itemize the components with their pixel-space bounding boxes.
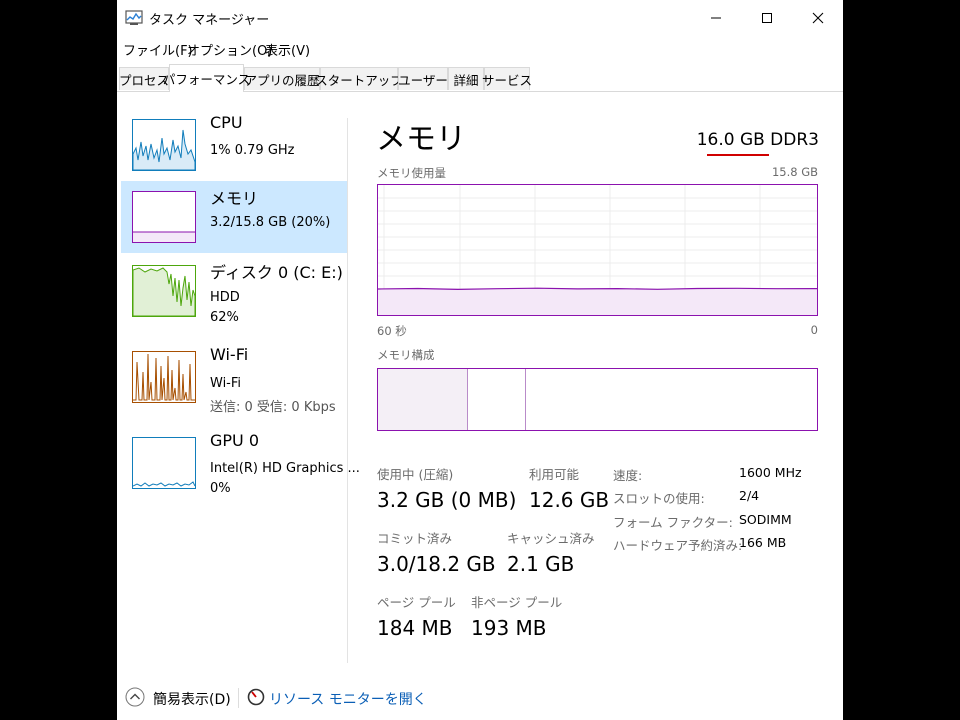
sidebar-item-disk[interactable]: ディスク 0 (C: E:) HDD 62% [121, 255, 347, 327]
disk-mini-graph [132, 265, 196, 317]
memory-usage-area [378, 288, 817, 315]
sidebar-cpu-line1: 1% 0.79 GHz [210, 143, 295, 158]
sidebar-gpu-line1: Intel(R) HD Graphics ... [210, 461, 360, 476]
memory-usage-graph [377, 184, 818, 316]
detail-slots-value: 2/4 [739, 488, 760, 503]
graph-time-left: 60 秒 [377, 324, 407, 338]
open-resource-monitor-link[interactable]: リソース モニターを開く [269, 689, 427, 709]
paged-pool-label: ページ プール [377, 595, 456, 610]
fewer-details-link[interactable]: 簡易表示(D) [153, 689, 231, 709]
sidebar-item-cpu[interactable]: CPU 1% 0.79 GHz [121, 109, 347, 181]
tab-performance[interactable]: パフォーマンス [163, 64, 250, 92]
sidebar-wifi-title: Wi-Fi [210, 345, 249, 364]
available-value: 12.6 GB [529, 488, 610, 512]
sidebar-wifi-line1: Wi-Fi [210, 376, 242, 391]
resource-monitor-icon [247, 688, 265, 706]
in-use-value: 3.2 GB (0 MB) [377, 488, 517, 512]
window-title: タスク マネージャー [149, 13, 270, 28]
memory-composition-label: メモリ構成 [377, 348, 435, 362]
tab-services[interactable]: サービス [482, 67, 532, 90]
sidebar-item-gpu[interactable]: GPU 0 Intel(R) HD Graphics ... 0% [121, 427, 360, 499]
detail-speed-key: 速度: [613, 468, 643, 483]
tab-details[interactable]: 詳細 [448, 67, 484, 90]
close-icon [812, 12, 824, 24]
footer-divider [238, 688, 239, 708]
sidebar-gpu-title: GPU 0 [210, 431, 260, 450]
sidebar-disk-line1: HDD [210, 290, 240, 305]
in-use-label: 使用中 (圧縮) [377, 467, 454, 482]
memory-composition-bar [377, 368, 818, 431]
menu-options[interactable]: オプション(O) [187, 40, 272, 59]
detail-hw-reserved-value: 166 MB [739, 535, 787, 550]
footer-bar: 簡易表示(D) リソース モニターを開く [117, 680, 843, 720]
committed-value: 3.0/18.2 GB [377, 552, 496, 576]
tab-app-history[interactable]: アプリの履歴 [244, 67, 320, 90]
nonpaged-pool-value: 193 MB [471, 616, 547, 640]
sidebar-gpu-line2: 0% [210, 481, 231, 496]
available-label: 利用可能 [529, 467, 580, 482]
tab-startup[interactable]: スタートアップ [315, 67, 403, 90]
resource-sidebar: CPU 1% 0.79 GHz メモリ 3.2/15.8 GB (20%) ディ… [117, 92, 360, 662]
tab-bar: プロセス パフォーマンス アプリの履歴 スタートアップ ユーザー 詳細 サービス [117, 64, 843, 92]
detail-form-factor-value: SODIMM [739, 512, 792, 527]
memory-mini-graph [132, 191, 196, 243]
wifi-mini-graph [132, 351, 196, 403]
memory-detail-panel: メモリ 16.0 GB DDR3 メモリ使用量 15.8 GB 60 秒 0 メ… [349, 92, 843, 662]
sidebar-divider [347, 118, 348, 663]
committed-label: コミット済み [377, 531, 453, 546]
cached-value: 2.1 GB [507, 552, 575, 576]
task-manager-icon [125, 10, 143, 25]
sidebar-memory-title: メモリ [210, 189, 259, 208]
menu-file[interactable]: ファイル(F) [123, 40, 193, 59]
cached-label: キャッシュ済み [507, 531, 595, 546]
maximize-button[interactable] [744, 0, 790, 36]
memory-usage-label: メモリ使用量 [377, 166, 446, 180]
nonpaged-pool-label: 非ページ プール [471, 595, 563, 610]
sidebar-disk-title: ディスク 0 (C: E:) [210, 263, 343, 282]
sidebar-disk-line2: 62% [210, 310, 239, 325]
minimize-button[interactable] [693, 0, 739, 36]
close-button[interactable] [795, 0, 841, 36]
task-manager-window: タスク マネージャー ファイル(F) オプション(O) 表示(V) プロセス パ… [117, 0, 843, 720]
sidebar-item-wifi[interactable]: Wi-Fi Wi-Fi 送信: 0 受信: 0 Kbps [121, 341, 347, 415]
detail-hw-reserved-key: ハードウェア予約済み: [613, 538, 743, 553]
detail-form-factor-key: フォーム ファクター: [613, 515, 733, 530]
sidebar-cpu-title: CPU [210, 113, 243, 132]
maximize-icon [762, 13, 772, 23]
chevron-up-icon [125, 687, 145, 707]
red-underline-annotation [707, 154, 769, 156]
composition-in-use [378, 369, 468, 430]
tab-users[interactable]: ユーザー [398, 67, 448, 90]
sidebar-wifi-line2: 送信: 0 受信: 0 Kbps [210, 400, 336, 415]
memory-total: 16.0 GB DDR3 [696, 130, 819, 150]
graph-time-right: 0 [810, 323, 818, 337]
menu-view[interactable]: 表示(V) [265, 40, 310, 59]
composition-standby [468, 369, 526, 430]
tab-processes[interactable]: プロセス [119, 67, 169, 90]
paged-pool-value: 184 MB [377, 616, 453, 640]
sidebar-item-memory[interactable]: メモリ 3.2/15.8 GB (20%) [121, 181, 347, 253]
panel-title: メモリ [376, 122, 466, 157]
minimize-icon [711, 17, 721, 19]
detail-speed-value: 1600 MHz [739, 465, 802, 480]
title-bar[interactable]: タスク マネージャー [117, 0, 843, 36]
composition-free [526, 369, 817, 430]
detail-slots-key: スロットの使用: [613, 491, 705, 506]
fewer-details-button[interactable] [125, 687, 145, 707]
cpu-mini-graph [132, 119, 196, 171]
memory-usage-max: 15.8 GB [771, 165, 818, 179]
menu-bar: ファイル(F) オプション(O) 表示(V) [117, 36, 843, 60]
sidebar-memory-line1: 3.2/15.8 GB (20%) [210, 215, 331, 230]
gpu-mini-graph [132, 437, 196, 489]
